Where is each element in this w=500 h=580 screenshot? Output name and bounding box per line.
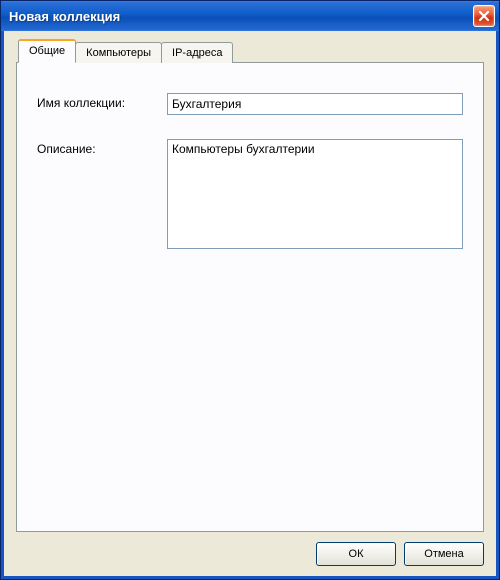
row-description: Описание:: [37, 139, 463, 252]
dialog-window: Новая коллекция Общие Компьютеры IP-адре…: [0, 0, 500, 580]
cancel-button[interactable]: Отмена: [404, 542, 484, 566]
tab-computers[interactable]: Компьютеры: [75, 42, 162, 63]
input-collection-name[interactable]: [167, 93, 463, 115]
close-icon: [478, 10, 490, 22]
titlebar[interactable]: Новая коллекция: [1, 1, 499, 31]
tabstrip: Общие Компьютеры IP-адреса: [16, 41, 484, 63]
ok-button[interactable]: ОК: [316, 542, 396, 566]
label-collection-name: Имя коллекции:: [37, 93, 167, 110]
tab-panel-general: Имя коллекции: Описание:: [16, 62, 484, 532]
tab-general[interactable]: Общие: [18, 39, 76, 63]
tab-ip-addresses[interactable]: IP-адреса: [161, 42, 233, 63]
input-description[interactable]: [167, 139, 463, 249]
close-button[interactable]: [473, 5, 495, 27]
client-area: Общие Компьютеры IP-адреса Имя коллекции…: [1, 31, 499, 579]
window-title: Новая коллекция: [9, 9, 120, 24]
label-description: Описание:: [37, 139, 167, 156]
row-collection-name: Имя коллекции:: [37, 93, 463, 115]
dialog-buttons: ОК Отмена: [16, 532, 484, 566]
